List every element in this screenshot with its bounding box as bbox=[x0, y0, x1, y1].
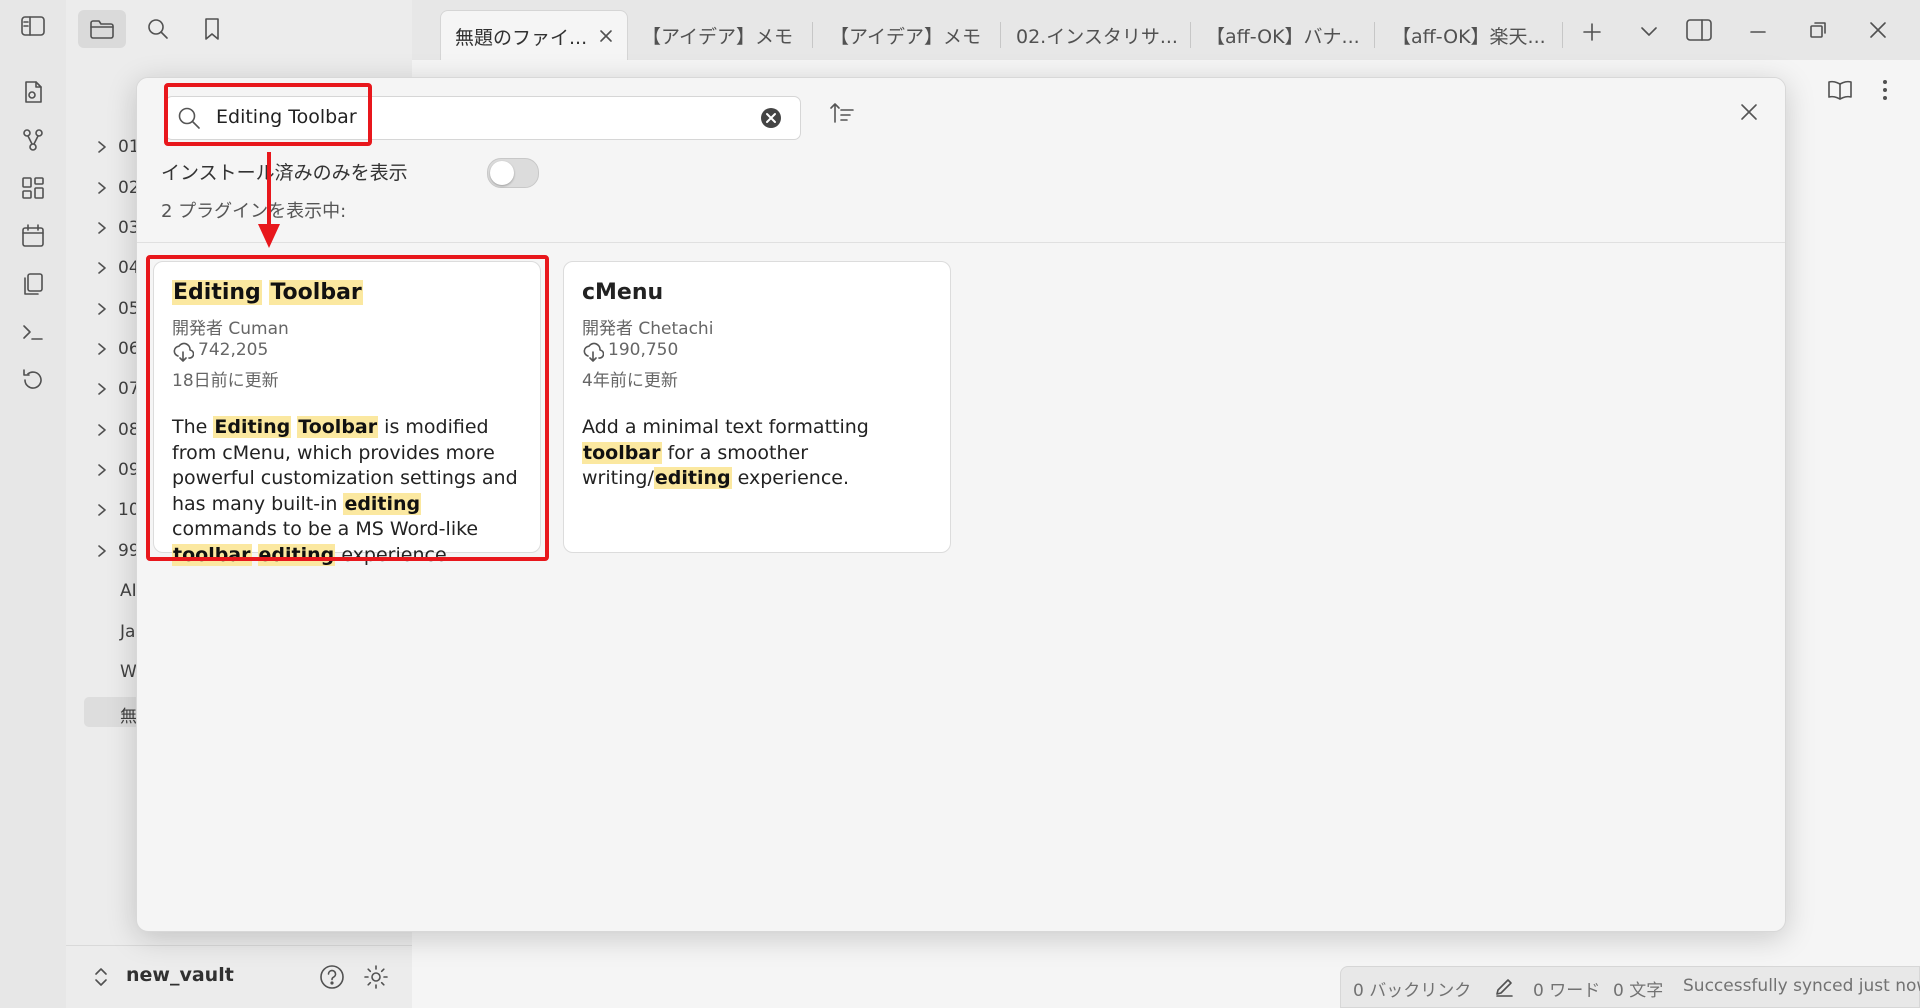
download-icon bbox=[583, 342, 604, 362]
plugin-updated: 4年前に更新 bbox=[582, 371, 678, 391]
annotation-arrow bbox=[258, 152, 280, 248]
sort-order-icon[interactable] bbox=[827, 98, 857, 128]
modal-header: インストール済みのみを表示 2 プラグインを表示中: bbox=[137, 78, 1785, 243]
plugin-name: cMenu bbox=[582, 280, 664, 305]
plugin-card-cmenu[interactable]: cMenu 開発者 Chetachi 190,750 4年前に更新 Add a … bbox=[563, 261, 951, 553]
plugin-downloads: 190,750 bbox=[608, 340, 679, 360]
clear-search-icon[interactable] bbox=[760, 107, 782, 129]
plugin-author: 開発者 Chetachi bbox=[582, 319, 714, 339]
modal-close-icon[interactable] bbox=[1737, 100, 1761, 124]
annotation-box-search bbox=[164, 83, 372, 146]
installed-only-label: インストール済みのみを表示 bbox=[161, 162, 408, 184]
plugin-description: Add a minimal text formatting toolbar fo… bbox=[582, 416, 869, 489]
installed-only-toggle[interactable] bbox=[487, 158, 539, 188]
toggle-knob bbox=[490, 161, 514, 185]
annotation-box-plugin-card bbox=[146, 255, 549, 561]
